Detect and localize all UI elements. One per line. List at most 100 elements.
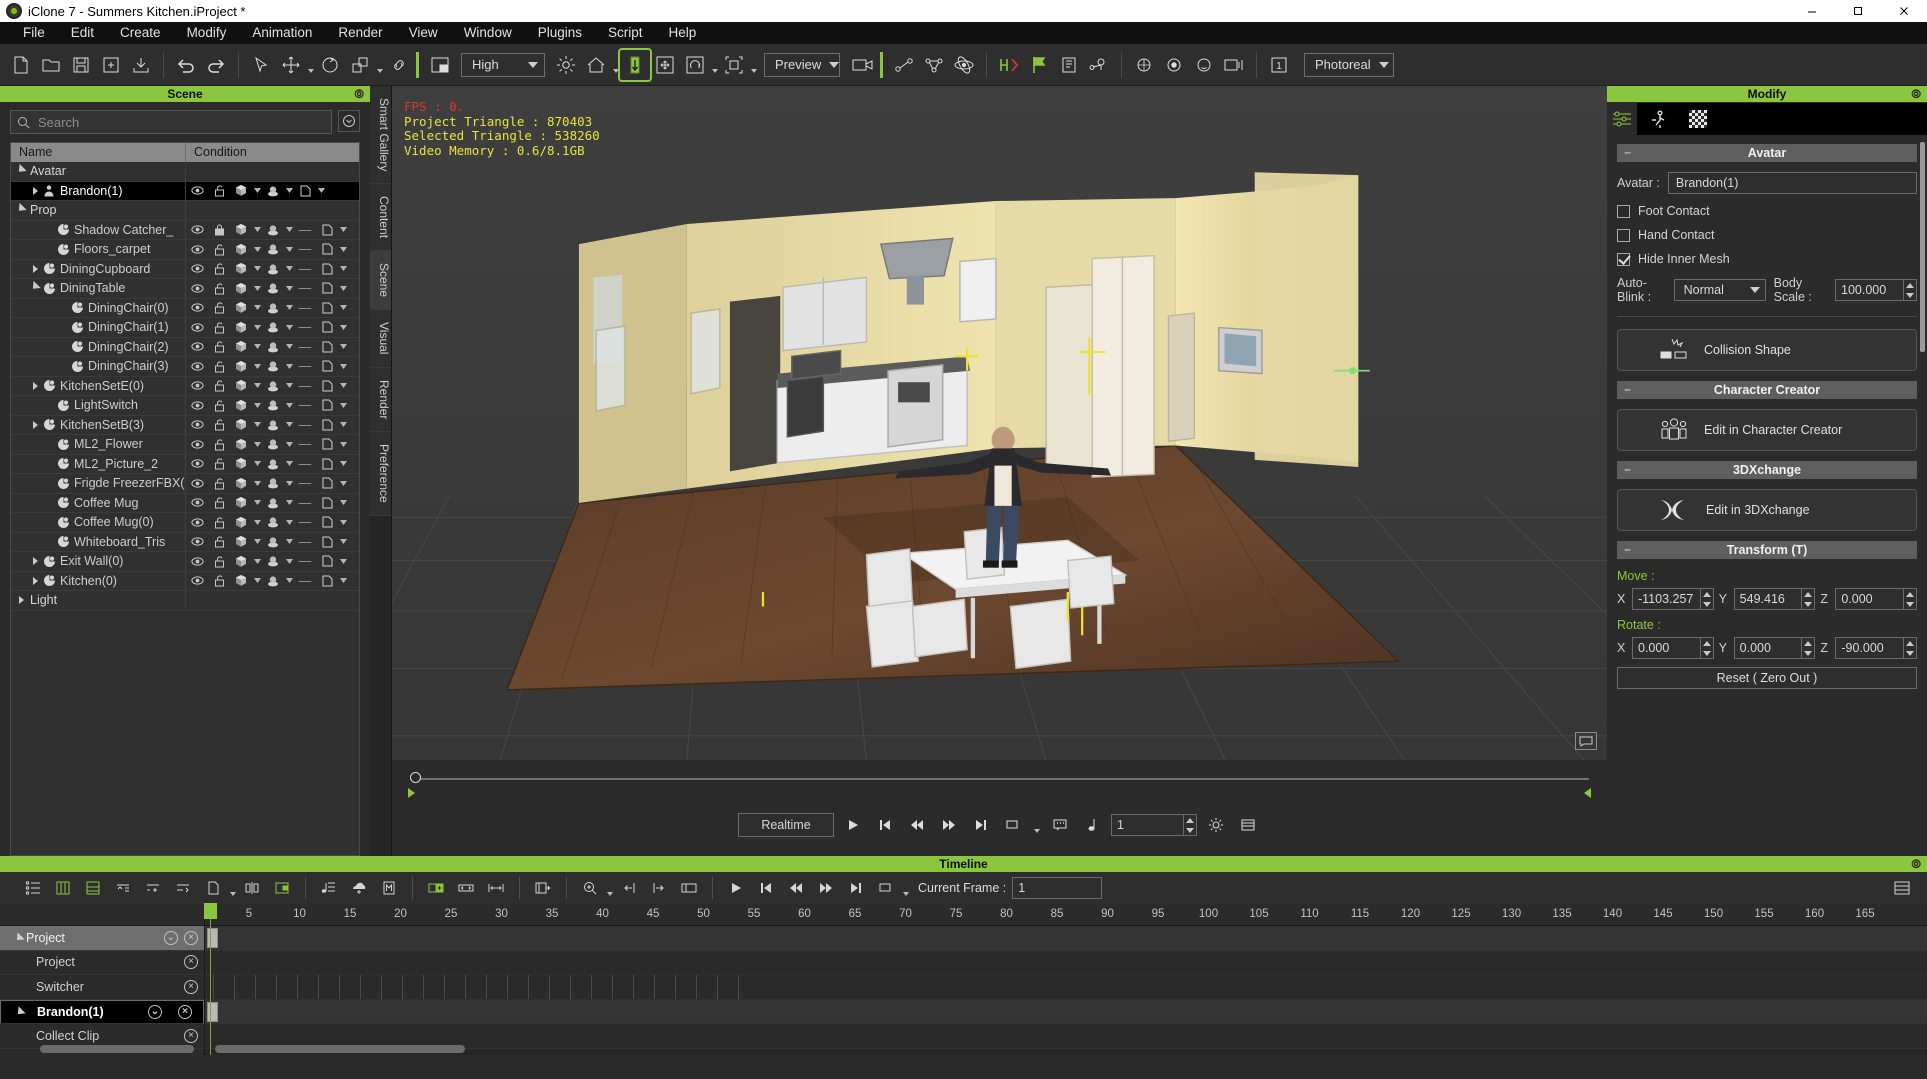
- rotate-gizmo-icon[interactable]: [680, 50, 710, 80]
- chevron-down-icon[interactable]: [338, 383, 348, 389]
- preview-dropdown[interactable]: Preview: [764, 52, 840, 77]
- chevron-down-icon[interactable]: [284, 539, 294, 545]
- collision-shape-button[interactable]: Collision Shape: [1617, 329, 1917, 371]
- motion-doc-icon[interactable]: [374, 875, 404, 901]
- step-backward-button[interactable]: [781, 875, 811, 901]
- playhead[interactable]: [204, 903, 217, 1055]
- frame-stepper-arrows[interactable]: [1183, 815, 1196, 835]
- chevron-down-icon[interactable]: [252, 227, 262, 233]
- clear-track-button[interactable]: ×: [178, 1004, 192, 1019]
- range-end-marker[interactable]: [1584, 788, 1591, 798]
- page-display-icon[interactable]: [316, 282, 338, 294]
- visibility-toggle-icon[interactable]: [186, 575, 208, 586]
- chevron-down-icon[interactable]: [338, 441, 348, 447]
- mesh-display-icon[interactable]: [230, 496, 252, 509]
- edit-in-3dxchange-button[interactable]: Edit in 3DXchange: [1617, 489, 1917, 531]
- lock-open-icon[interactable]: [208, 496, 230, 509]
- auto-blink-dropdown[interactable]: Normal: [1673, 279, 1766, 301]
- move-x-stepper-arrows[interactable]: [1699, 589, 1713, 609]
- chevron-down-icon[interactable]: [284, 422, 294, 428]
- shadow-display-icon[interactable]: [262, 282, 284, 294]
- scene-tree-row[interactable]: ML2_Flower —: [11, 435, 359, 455]
- mesh-display-icon[interactable]: [230, 477, 252, 490]
- range-start-marker[interactable]: [408, 788, 415, 798]
- chevron-down-icon[interactable]: [284, 285, 294, 291]
- camera-icon[interactable]: [848, 50, 878, 80]
- spring-icon[interactable]: [919, 50, 949, 80]
- visibility-toggle-icon[interactable]: [186, 556, 208, 567]
- loop-range-chevron-down-icon[interactable]: [901, 873, 910, 903]
- scene-tree[interactable]: Name Condition Avatar Brandon(1) Prop Shado…: [10, 142, 360, 856]
- visibility-toggle-icon[interactable]: [186, 302, 208, 313]
- clear-track-button[interactable]: ×: [184, 1028, 198, 1043]
- add-key-icon[interactable]: [138, 875, 168, 901]
- stepper-up-icon[interactable]: [1701, 589, 1713, 599]
- page-display-icon[interactable]: [316, 555, 338, 567]
- save-as-icon[interactable]: [96, 50, 126, 80]
- chevron-down-icon[interactable]: [338, 324, 348, 330]
- menu-script[interactable]: Script: [595, 22, 656, 44]
- chevron-down-icon[interactable]: [252, 480, 262, 486]
- fit-timeline-icon[interactable]: [674, 875, 704, 901]
- menu-view[interactable]: View: [396, 22, 451, 44]
- expand-arrow-icon[interactable]: [15, 1009, 27, 1015]
- chevron-down-icon[interactable]: [284, 519, 294, 525]
- mesh-display-icon[interactable]: [230, 243, 252, 256]
- chevron-down-icon[interactable]: [338, 578, 348, 584]
- scene-tree-row[interactable]: Avatar: [11, 162, 359, 182]
- chevron-down-icon[interactable]: [338, 402, 348, 408]
- chevron-down-icon[interactable]: [252, 285, 262, 291]
- collapse-icon[interactable]: −: [1624, 463, 1631, 477]
- playhead-handle[interactable]: [204, 903, 217, 919]
- expand-clip-icon[interactable]: [421, 875, 451, 901]
- move-z-input[interactable]: [1836, 592, 1904, 606]
- expand-arrow-icon[interactable]: [15, 168, 27, 174]
- shadow-display-icon[interactable]: [262, 516, 284, 528]
- transform-section-header[interactable]: − Transform (T): [1617, 541, 1917, 559]
- stepper-down-icon[interactable]: [1904, 599, 1916, 609]
- avatar-section-header[interactable]: − Avatar: [1617, 144, 1917, 162]
- chevron-down-icon[interactable]: [338, 422, 348, 428]
- shadow-display-icon[interactable]: [262, 575, 284, 587]
- time-slider-handle[interactable]: [410, 772, 421, 783]
- close-icon[interactable]: ⦾: [1911, 857, 1921, 872]
- lock-open-icon[interactable]: [208, 457, 230, 470]
- stepper-down-icon[interactable]: [1802, 599, 1814, 609]
- visibility-toggle-icon[interactable]: [186, 283, 208, 294]
- stepper-down-icon[interactable]: [1802, 648, 1814, 658]
- audio-track-icon[interactable]: [314, 875, 344, 901]
- body-scale-input[interactable]: [1836, 283, 1903, 297]
- body-scale-stepper[interactable]: [1835, 279, 1917, 301]
- chevron-down-icon[interactable]: [338, 558, 348, 564]
- zoom-in-range-icon[interactable]: [644, 875, 674, 901]
- scene-tree-row[interactable]: Floors_carpet —: [11, 240, 359, 260]
- scene-tree-row[interactable]: Exit Wall(0) —: [11, 552, 359, 572]
- jump-to-end-button[interactable]: [968, 812, 994, 838]
- menu-animation[interactable]: Animation: [239, 22, 325, 44]
- scene-tree-row[interactable]: ML2_Picture_2 —: [11, 454, 359, 474]
- chevron-down-icon[interactable]: [252, 344, 262, 350]
- chevron-down-icon[interactable]: [338, 363, 348, 369]
- visibility-toggle-icon[interactable]: [186, 497, 208, 508]
- chevron-down-icon[interactable]: [284, 461, 294, 467]
- stepper-down-icon[interactable]: [1701, 599, 1713, 609]
- move-y-stepper-arrows[interactable]: [1801, 589, 1814, 609]
- chevron-down-icon[interactable]: [252, 558, 262, 564]
- scene-tree-row[interactable]: DiningChair(2) —: [11, 337, 359, 357]
- export-icon[interactable]: [126, 50, 156, 80]
- step-forward-button[interactable]: [811, 875, 841, 901]
- collapse-icon[interactable]: −: [1624, 383, 1631, 397]
- move-y-stepper[interactable]: [1733, 588, 1816, 610]
- current-frame-field[interactable]: [1012, 877, 1103, 899]
- chevron-down-icon[interactable]: [252, 266, 262, 272]
- scene-tree-row[interactable]: KitchenSetB(3) —: [11, 415, 359, 435]
- chevron-down-icon[interactable]: [252, 383, 262, 389]
- close-icon[interactable]: ⦾: [354, 87, 364, 102]
- 3d-viewport[interactable]: FPS : 0. Project Triangle : 870403 Selec…: [392, 86, 1607, 760]
- copy-icon[interactable]: [198, 875, 228, 901]
- render-icon[interactable]: [1129, 50, 1159, 80]
- chevron-down-icon[interactable]: [252, 519, 262, 525]
- scene-tree-row[interactable]: Frigde FreezerFBX(0) —: [11, 474, 359, 494]
- chevron-down-icon[interactable]: [284, 402, 294, 408]
- stepper-up-icon[interactable]: [1802, 589, 1814, 599]
